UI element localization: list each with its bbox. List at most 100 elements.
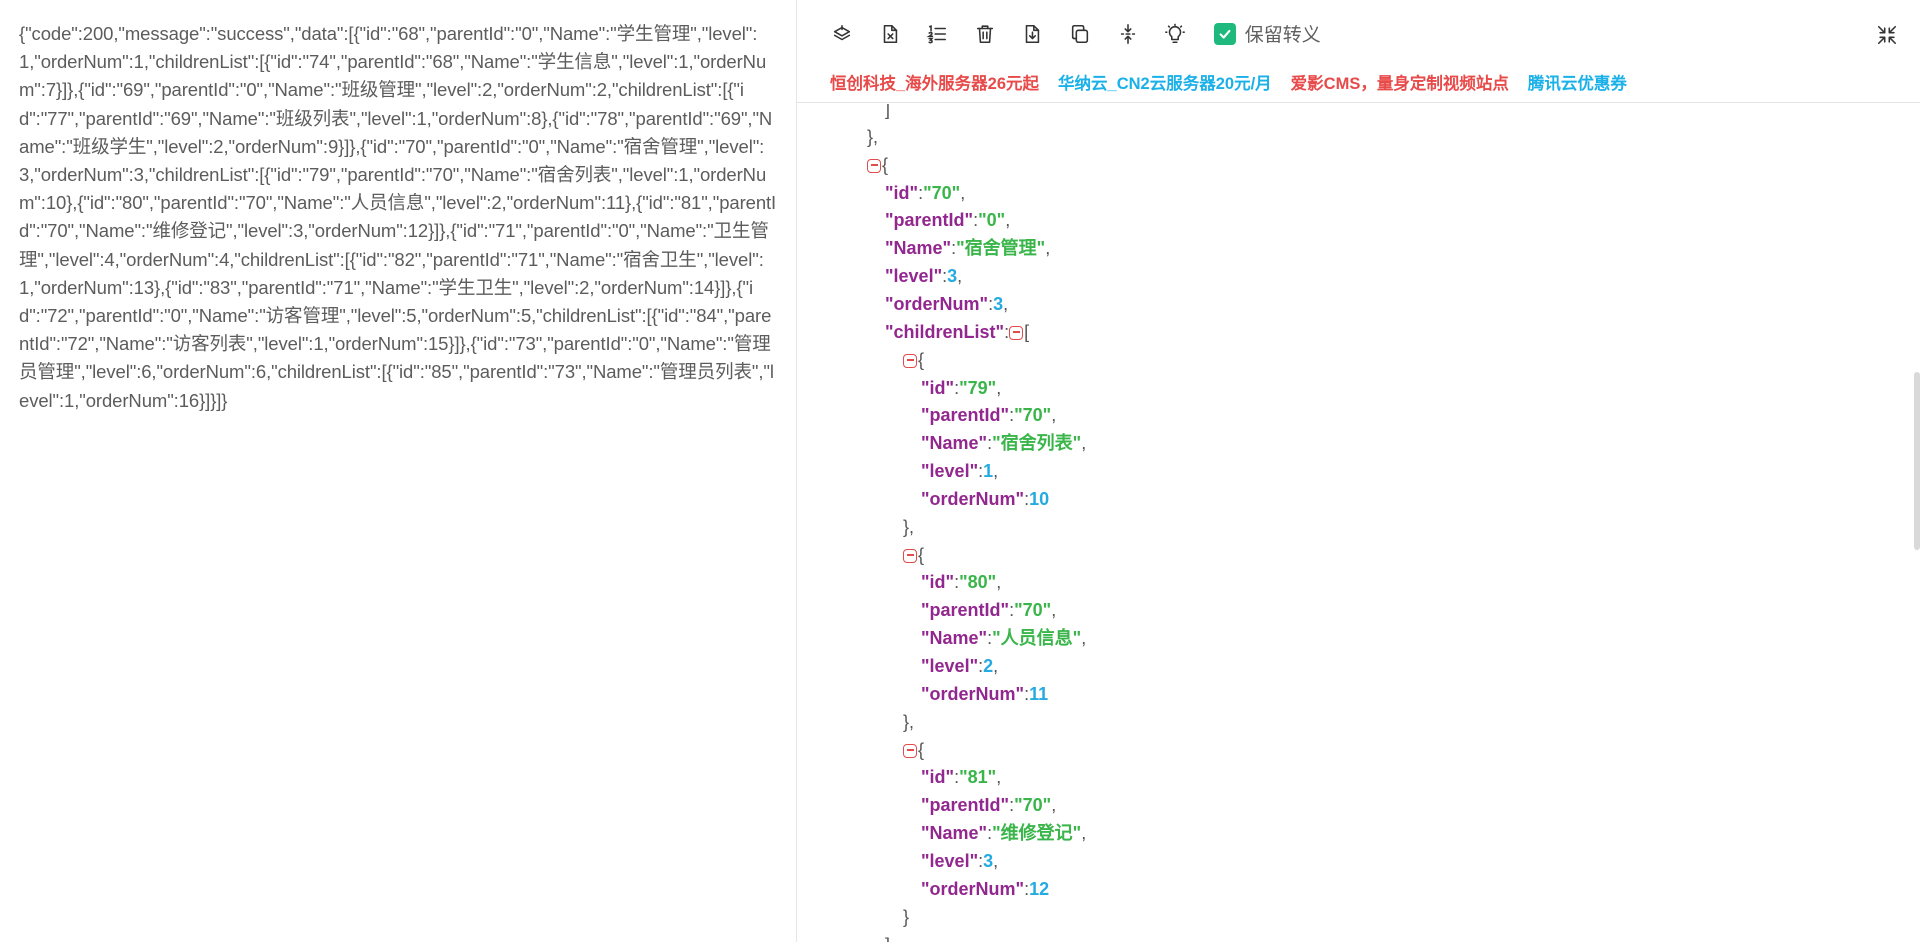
json-punct: ,	[1005, 210, 1011, 231]
json-punct: [	[1024, 321, 1030, 342]
json-key: "parentId"	[921, 405, 1010, 426]
json-string-value: "宿舍列表"	[992, 433, 1082, 454]
collapse-node-icon[interactable]	[903, 353, 917, 368]
json-punct: ,	[1051, 405, 1057, 426]
json-key: "level"	[885, 266, 943, 287]
json-tree-line: ]	[885, 931, 890, 942]
json-number-value: 3	[947, 266, 958, 287]
json-key: "level"	[921, 461, 979, 482]
json-punct: },	[903, 711, 915, 732]
ad-link-aiying-cms[interactable]: 爱影CMS，量身定制视频站点	[1291, 70, 1509, 94]
ad-link-huanayun[interactable]: 华纳云_CN2云服务器20元/月	[1058, 70, 1272, 94]
download-icon[interactable]	[1021, 23, 1043, 45]
json-punct: {	[918, 739, 925, 760]
json-string-value: "81"	[959, 767, 997, 788]
json-tree-line: "childrenList":[	[885, 318, 1029, 346]
json-tree-line: "id":"79",	[921, 374, 1001, 402]
json-key: "parentId"	[921, 600, 1010, 621]
formatted-json-pane: 保留转义 恒创科技_海外服务器26元起 华纳云_CN2云服务器20元/月 爱影C…	[797, 0, 1920, 942]
json-tree-line: "parentId":"70",	[921, 791, 1056, 819]
toolbar: 保留转义	[831, 20, 1321, 47]
json-punct: ]	[885, 935, 890, 942]
json-punct: ,	[1003, 293, 1009, 314]
keep-escape-label: 保留转义	[1244, 25, 1321, 46]
json-punct: ,	[1051, 600, 1057, 621]
json-tree-line: "Name":"维修登记",	[921, 819, 1086, 847]
copy-icon[interactable]	[1069, 23, 1091, 45]
json-tree-line: "id":"70",	[885, 179, 965, 207]
json-number-value: 3	[983, 850, 994, 871]
json-string-value: "0"	[978, 210, 1006, 231]
json-tree-line: "parentId":"70",	[921, 596, 1056, 624]
raw-json-text[interactable]: {"code":200,"message":"success","data":[…	[19, 20, 777, 415]
json-tree-line: ]	[885, 104, 890, 123]
json-tree-line: },	[903, 513, 914, 541]
json-number-value: 10	[1029, 488, 1050, 509]
json-punct: ,	[996, 572, 1002, 593]
ad-link-hengchuang[interactable]: 恒创科技_海外服务器26元起	[830, 70, 1039, 94]
json-tree-line: "parentId":"0",	[885, 206, 1010, 234]
json-punct: ,	[993, 656, 999, 676]
json-tree-line: "level":2,	[921, 652, 998, 680]
layers-icon[interactable]	[831, 23, 853, 45]
delete-icon[interactable]	[974, 23, 996, 45]
json-tree-line: {	[903, 346, 924, 374]
json-punct: ,	[1081, 628, 1087, 649]
json-punct: },	[903, 516, 915, 537]
json-tree-line: "level":3,	[921, 847, 998, 875]
json-tree-line: },	[867, 123, 878, 151]
keep-escape-toggle[interactable]: 保留转义	[1213, 20, 1321, 47]
json-punct: {	[918, 349, 925, 370]
json-string-value: "70"	[923, 182, 961, 203]
json-tree-line: {	[903, 736, 924, 764]
json-key: "childrenList"	[885, 321, 1005, 342]
ad-link-tencent-cloud[interactable]: 腾讯云优惠券	[1528, 70, 1627, 94]
collapse-arrows-icon[interactable]	[1876, 24, 1898, 46]
collapse-node-icon[interactable]	[903, 548, 917, 563]
json-tree-line: {	[867, 151, 888, 179]
collapse-node-icon[interactable]	[903, 743, 917, 758]
ordered-list-icon[interactable]	[926, 23, 948, 45]
json-number-value: 1	[983, 461, 994, 482]
json-punct: {	[882, 154, 889, 175]
json-number-value: 11	[1029, 683, 1049, 704]
collapse-node-icon[interactable]	[867, 158, 881, 173]
json-number-value: 12	[1029, 878, 1050, 899]
compress-icon[interactable]	[1117, 23, 1139, 45]
collapse-node-icon[interactable]	[1009, 325, 1024, 340]
json-punct: ,	[996, 767, 1002, 788]
json-key: "Name"	[921, 823, 988, 844]
json-punct: }	[903, 906, 910, 927]
keep-escape-checkbox[interactable]	[1213, 22, 1236, 45]
json-key: "orderNum"	[921, 488, 1025, 509]
json-tree-line: "id":"80",	[921, 568, 1001, 596]
json-key: "level"	[921, 850, 979, 871]
json-punct: ,	[996, 377, 1002, 398]
clear-file-icon[interactable]	[879, 23, 901, 45]
json-string-value: "人员信息"	[992, 628, 1082, 649]
lightbulb-icon[interactable]	[1164, 23, 1186, 45]
json-key: "id"	[885, 182, 919, 203]
json-key: "id"	[921, 572, 955, 593]
json-tree-line: "Name":"人员信息",	[921, 624, 1086, 652]
json-string-value: "70"	[1014, 405, 1052, 426]
json-key: "orderNum"	[885, 293, 989, 314]
json-string-value: "维修登记"	[992, 823, 1082, 844]
json-punct: ,	[993, 850, 999, 871]
json-formatter-app: {"code":200,"message":"success","data":[…	[0, 0, 1920, 942]
json-tree-view[interactable]: ]},{"id":"70", "parentId":"0", "Name":"宿舍管…	[797, 104, 1920, 942]
json-punct: ,	[960, 182, 966, 203]
vertical-scrollbar[interactable]	[1914, 372, 1920, 550]
json-tree-line: "orderNum":12	[921, 875, 1049, 903]
json-key: "level"	[921, 656, 979, 676]
raw-json-pane[interactable]: {"code":200,"message":"success","data":[…	[0, 0, 797, 942]
json-number-value: 3	[993, 293, 1004, 314]
json-punct: ]	[885, 104, 891, 119]
json-tree-line: "Name":"宿舍管理",	[885, 234, 1050, 262]
json-punct: ,	[957, 266, 963, 287]
json-punct: ,	[1081, 823, 1087, 844]
json-key: "Name"	[921, 628, 988, 649]
json-punct: ,	[1081, 433, 1087, 454]
json-key: "id"	[921, 767, 955, 788]
json-string-value: "70"	[1014, 600, 1052, 621]
